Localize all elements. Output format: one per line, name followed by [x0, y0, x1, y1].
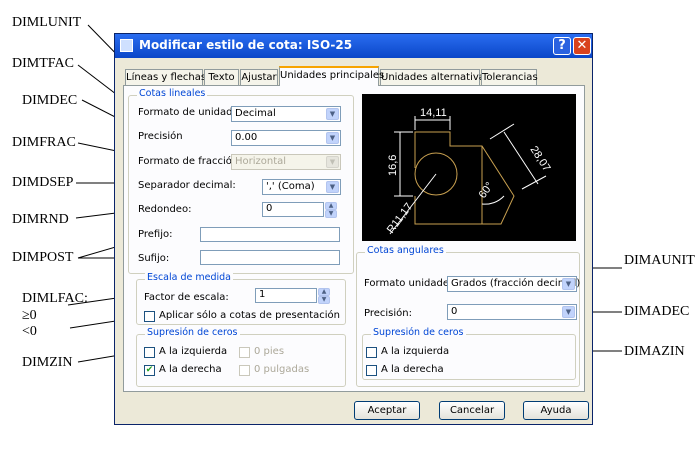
preview-drawing: 14,11 16,6 28,07 60° R11,17 — [385, 107, 553, 236]
scale-factor-input[interactable]: 1 — [255, 288, 317, 303]
annotation-dimrnd: DIMRND — [12, 212, 69, 227]
dialog-title: Modificar estilo de cota: ISO-25 — [139, 38, 353, 52]
zero-feet-checkbox — [239, 347, 250, 358]
angular-precision-value: 0 — [451, 306, 458, 317]
preview-radius-dim: R11,17 — [385, 201, 415, 236]
preview-angle-dim: 60° — [477, 180, 496, 201]
round-off-down-arrow[interactable]: ▼ — [325, 210, 337, 218]
precision-value: 0.00 — [235, 132, 258, 143]
angular-trailing-zero-label: A la derecha — [381, 364, 444, 375]
chevron-down-icon[interactable]: ▼ — [326, 181, 339, 193]
precision-label: Precisión — [138, 131, 183, 142]
scale-factor-down-arrow[interactable]: ▼ — [318, 296, 330, 304]
angular-leading-zero-label: A la izquierda — [381, 346, 450, 357]
tab-primary-units[interactable]: Unidades principales — [279, 66, 384, 86]
close-icon[interactable]: ✕ — [573, 37, 591, 55]
tab-alternate-units[interactable]: Unidades alternativas — [380, 69, 490, 85]
angular-format-select[interactable]: Grados (fracción decimal) ▼ — [447, 276, 581, 292]
scale-factor-value: 1 — [259, 289, 266, 300]
angular-trailing-zero-checkbox[interactable] — [366, 365, 377, 376]
angular-format-label: Formato unidades: — [364, 278, 458, 289]
linear-group-label: Cotas lineales — [137, 88, 208, 99]
app-icon — [120, 39, 133, 52]
angular-group-label: Cotas angulares — [365, 245, 446, 256]
annotation-dimpost: DIMPOST — [12, 250, 74, 265]
unit-format-value: Decimal — [235, 108, 276, 119]
leading-zero-checkbox[interactable] — [144, 347, 155, 358]
preview-diag-dim: 28,07 — [527, 144, 552, 174]
tab-tolerances[interactable]: Tolerancias — [481, 69, 538, 85]
chevron-down-icon: ▼ — [326, 156, 339, 168]
trailing-zero-label: A la derecha — [159, 364, 222, 375]
fraction-format-value: Horizontal — [235, 156, 287, 167]
annotation-dimdec: DIMDEC — [22, 93, 78, 108]
help-button[interactable]: Ayuda — [523, 401, 589, 420]
zero-inches-label: 0 pulgadas — [254, 364, 310, 375]
annotation-dimfrac: DIMFRAC — [12, 135, 76, 150]
annotation-dimtfac: DIMTFAC — [12, 56, 74, 71]
annotation-dimlfac-lt: <0 — [22, 324, 37, 339]
annotation-dimlfac-ge: ≥0 — [22, 308, 37, 323]
angular-leading-zero-checkbox[interactable] — [366, 347, 377, 358]
chevron-down-icon[interactable]: ▼ — [562, 278, 575, 290]
chevron-down-icon[interactable]: ▼ — [326, 132, 339, 144]
round-off-label: Redondeo: — [138, 204, 192, 215]
layout-only-label: Aplicar sólo a cotas de presentación — [159, 310, 340, 321]
tab-fit[interactable]: Ajustar — [240, 69, 278, 85]
dimension-style-dialog: Modificar estilo de cota: ISO-25 ? ✕ Lín… — [114, 33, 593, 425]
dimension-preview: 14,11 16,6 28,07 60° R11,17 — [362, 94, 576, 241]
angular-format-value: Grados (fracción decimal) — [451, 278, 581, 289]
scale-factor-up-arrow[interactable]: ▲ — [318, 288, 330, 296]
round-off-input[interactable]: 0 — [262, 202, 324, 217]
precision-select[interactable]: 0.00 ▼ — [231, 130, 341, 146]
trailing-zero-checkbox[interactable]: ✔ — [144, 365, 155, 376]
zero-suppression-linear-group: Supresión de ceros — [136, 327, 346, 387]
fraction-format-select: Horizontal ▼ — [231, 154, 341, 170]
annotation-dimlfac: DIMLFAC: — [22, 291, 88, 306]
scale-factor-label: Factor de escala: — [144, 292, 229, 303]
annotation-dimdsep: DIMDSEP — [12, 175, 74, 190]
tab-panel: Cotas lineales Formato de unidades: Deci… — [123, 85, 585, 392]
round-off-value: 0 — [266, 203, 273, 214]
chevron-down-icon[interactable]: ▼ — [326, 108, 339, 120]
annotation-dimlunit: DIMLUNIT — [12, 15, 82, 30]
layout-only-checkbox[interactable] — [144, 311, 155, 322]
prefix-label: Prefijo: — [138, 229, 173, 240]
preview-left-dim: 16,6 — [387, 155, 399, 176]
annotation-dimaunit: DIMAUNIT — [624, 253, 695, 268]
scale-group-label: Escala de medida — [145, 272, 233, 283]
tab-lines-arrows[interactable]: Líneas y flechas — [125, 69, 206, 85]
zero-angular-group-label: Supresión de ceros — [371, 327, 466, 338]
cancel-button[interactable]: Cancelar — [439, 401, 505, 420]
leading-zero-label: A la izquierda — [159, 346, 228, 357]
prefix-input[interactable] — [200, 227, 340, 242]
zero-inches-checkbox — [239, 365, 250, 376]
title-bar[interactable]: Modificar estilo de cota: ISO-25 ? ✕ — [115, 34, 592, 58]
annotation-dimzin: DIMZIN — [22, 355, 73, 370]
round-off-up-arrow[interactable]: ▲ — [325, 202, 337, 210]
preview-top-dim: 14,11 — [420, 107, 447, 119]
angular-precision-select[interactable]: 0 ▼ — [447, 304, 577, 320]
chevron-down-icon[interactable]: ▼ — [562, 306, 575, 318]
annotation-dimadec: DIMADEC — [624, 304, 690, 319]
help-title-button[interactable]: ? — [553, 37, 571, 55]
decimal-separator-select[interactable]: ',' (Coma) ▼ — [262, 179, 341, 195]
angular-precision-label: Precisión: — [364, 308, 412, 319]
suffix-label: Sufijo: — [138, 253, 170, 264]
annotation-dimazin: DIMAZIN — [624, 344, 685, 359]
unit-format-select[interactable]: Decimal ▼ — [231, 106, 341, 122]
tab-text[interactable]: Texto — [204, 69, 239, 85]
suffix-input[interactable] — [200, 250, 340, 265]
zero-linear-group-label: Supresión de ceros — [145, 327, 240, 338]
ok-button[interactable]: Aceptar — [354, 401, 420, 420]
fraction-format-label: Formato de fracción: — [138, 156, 242, 167]
decimal-separator-label: Separador decimal: — [138, 180, 236, 191]
zero-feet-label: 0 pies — [254, 346, 285, 357]
decimal-separator-value: ',' (Coma) — [266, 181, 315, 192]
